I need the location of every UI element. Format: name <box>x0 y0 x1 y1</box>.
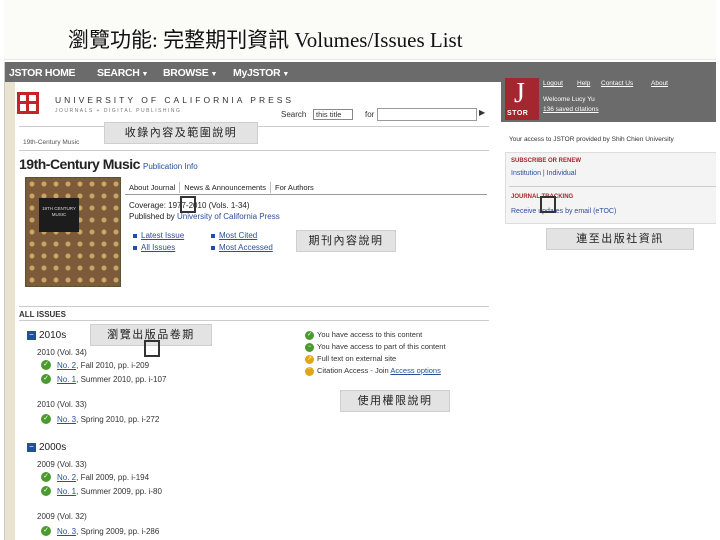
most-cited-link[interactable]: Most Cited <box>219 231 257 240</box>
search-go-icon[interactable]: ▶ <box>479 108 489 121</box>
tab-for-authors[interactable]: For Authors <box>270 182 318 193</box>
subscribe-link[interactable]: Institution | Individual <box>511 170 576 177</box>
slide-title-bar: 瀏覽功能: 完整期刊資訊 Volumes/Issues List <box>4 0 716 60</box>
all-issues-heading: ALL ISSUES <box>19 310 66 319</box>
slide-title: 瀏覽功能: 完整期刊資訊 Volumes/Issues List <box>68 28 463 52</box>
issue-item: No. 2, Fall 2009, pp. i-194 <box>57 473 150 482</box>
tab-news[interactable]: News & Announcements <box>179 182 270 193</box>
journal-tabs: About Journal News & Announcements For Aut… <box>125 182 318 194</box>
search-input[interactable] <box>377 108 477 121</box>
for-label: for <box>365 110 375 119</box>
check-icon: ✓ <box>41 486 51 496</box>
logout-link[interactable]: Logout <box>543 80 563 87</box>
jstor-logo-icon[interactable]: J STOR <box>505 78 539 120</box>
citation-icon: " <box>305 366 314 376</box>
search-scope-select[interactable]: this title <box>313 109 353 120</box>
divider <box>19 320 489 321</box>
check-icon: ✓ <box>41 472 51 482</box>
legend-external: ↗ Full text on external site <box>305 354 397 364</box>
issue-link[interactable]: No. 1 <box>57 487 76 496</box>
annotation-content: 期刊內容說明 <box>296 230 396 252</box>
divider <box>19 150 489 151</box>
help-link[interactable]: Help <box>577 80 590 87</box>
publisher-subtitle: JOURNALS + DIGITAL PUBLISHING <box>55 108 182 114</box>
journal-title: 19th-Century Music <box>19 156 140 172</box>
caret-down-icon: ▼ <box>282 71 289 78</box>
issue-link[interactable]: No. 3 <box>57 527 76 536</box>
issue-item: No. 1, Summer 2010, pp. i-107 <box>57 375 167 384</box>
minus-icon[interactable]: − <box>27 442 36 452</box>
issue-link[interactable]: No. 1 <box>57 375 76 384</box>
cover-title: 19TH CENTURY MUSIC <box>39 198 79 232</box>
access-legend: ✓ You have access to this content − You ha… <box>305 330 483 386</box>
partial-access-icon: − <box>305 342 314 352</box>
legend-full-access: ✓ You have access to this content <box>305 330 423 340</box>
year-volume-label: 2009 (Vol. 33) <box>37 460 87 469</box>
publication-info-link[interactable]: Publication Info <box>143 162 198 171</box>
bullet-icon <box>211 234 215 238</box>
nav-browse[interactable]: BROWSE ▼ <box>163 67 217 79</box>
check-icon: ✓ <box>41 374 51 384</box>
issue-item: No. 3, Spring 2010, pp. i-272 <box>57 415 160 424</box>
issue-link[interactable]: No. 3 <box>57 415 76 424</box>
bullet-icon <box>133 246 137 250</box>
search-label: Search <box>281 110 307 119</box>
journal-cover-image[interactable] <box>25 177 121 287</box>
top-navigation: JSTOR HOME SEARCH ▼ BROWSE ▼ MyJSTOR ▼ <box>5 62 501 82</box>
external-site-icon: ↗ <box>305 354 314 364</box>
marker-box <box>540 196 556 213</box>
check-icon: ✓ <box>41 414 51 424</box>
divider <box>509 186 716 187</box>
caret-down-icon: ▼ <box>210 71 218 78</box>
nav-jstor-home[interactable]: JSTOR HOME <box>9 67 76 79</box>
publisher-link[interactable]: University of California Press <box>177 212 280 221</box>
check-icon: ✓ <box>41 360 51 370</box>
year-volume-label: 2009 (Vol. 32) <box>37 512 87 521</box>
caret-down-icon: ▼ <box>141 71 149 78</box>
issue-item: No. 3, Spring 2009, pp. i-286 <box>57 527 160 536</box>
decade-2000s-toggle[interactable]: −2000s <box>27 442 66 453</box>
minus-icon[interactable]: − <box>27 330 36 340</box>
published-by: Published by University of California Pr… <box>129 212 280 221</box>
annotation-publisher: 連至出版社資訊 <box>546 228 694 250</box>
welcome-text: Welcome Lucy Yu <box>543 96 595 103</box>
marker-box <box>144 340 160 357</box>
nav-search[interactable]: SEARCH ▼ <box>97 67 148 79</box>
legend-citation: " Citation Access - Join Access options <box>305 366 441 376</box>
tab-about-journal[interactable]: About Journal <box>125 182 179 193</box>
subscribe-heading: SUBSCRIBE OR RENEW <box>511 158 582 164</box>
publisher-name: UNIVERSITY OF CALIFORNIA PRESS <box>55 95 295 105</box>
contact-us-link[interactable]: Contact Us <box>601 80 633 87</box>
year-volume-label: 2010 (Vol. 34) <box>37 348 87 357</box>
bullet-icon <box>211 246 215 250</box>
legend-partial-access: − You have access to part of this content <box>305 342 446 352</box>
breadcrumb[interactable]: 19th-Century Music <box>23 139 79 146</box>
etoc-link[interactable]: Receive updates by email (eTOC) <box>511 208 616 215</box>
latest-issue-link[interactable]: Latest Issue <box>141 231 184 240</box>
divider <box>19 306 489 307</box>
most-accessed-link[interactable]: Most Accessed <box>219 243 273 252</box>
year-volume-label: 2010 (Vol. 33) <box>37 400 87 409</box>
about-link[interactable]: About <box>651 80 668 87</box>
check-icon: ✓ <box>41 526 51 536</box>
nav-myjstor[interactable]: MyJSTOR ▼ <box>233 67 289 79</box>
access-options-link[interactable]: Access options <box>390 366 440 375</box>
issue-item: No. 2, Fall 2010, pp. i-209 <box>57 361 150 370</box>
annotation-scope: 收錄內容及範圍說明 <box>104 122 258 144</box>
access-provider-text: Your access to JSTOR provided by Shih Ch… <box>509 136 674 143</box>
check-icon: ✓ <box>305 330 314 340</box>
bullet-icon <box>133 234 137 238</box>
left-decor-strip <box>5 82 15 540</box>
annotation-rights: 使用權限說明 <box>340 390 450 412</box>
issue-link[interactable]: No. 2 <box>57 361 76 370</box>
issue-link[interactable]: No. 2 <box>57 473 76 482</box>
issue-item: No. 1, Summer 2009, pp. i-80 <box>57 487 162 496</box>
ucp-logo-icon[interactable] <box>17 92 39 114</box>
all-issues-link[interactable]: All Issues <box>141 243 175 252</box>
divider <box>125 194 487 195</box>
decade-2010s-toggle[interactable]: −2010s <box>27 330 66 341</box>
marker-box <box>180 196 196 213</box>
saved-citations-link[interactable]: 136 saved citations <box>543 106 599 113</box>
